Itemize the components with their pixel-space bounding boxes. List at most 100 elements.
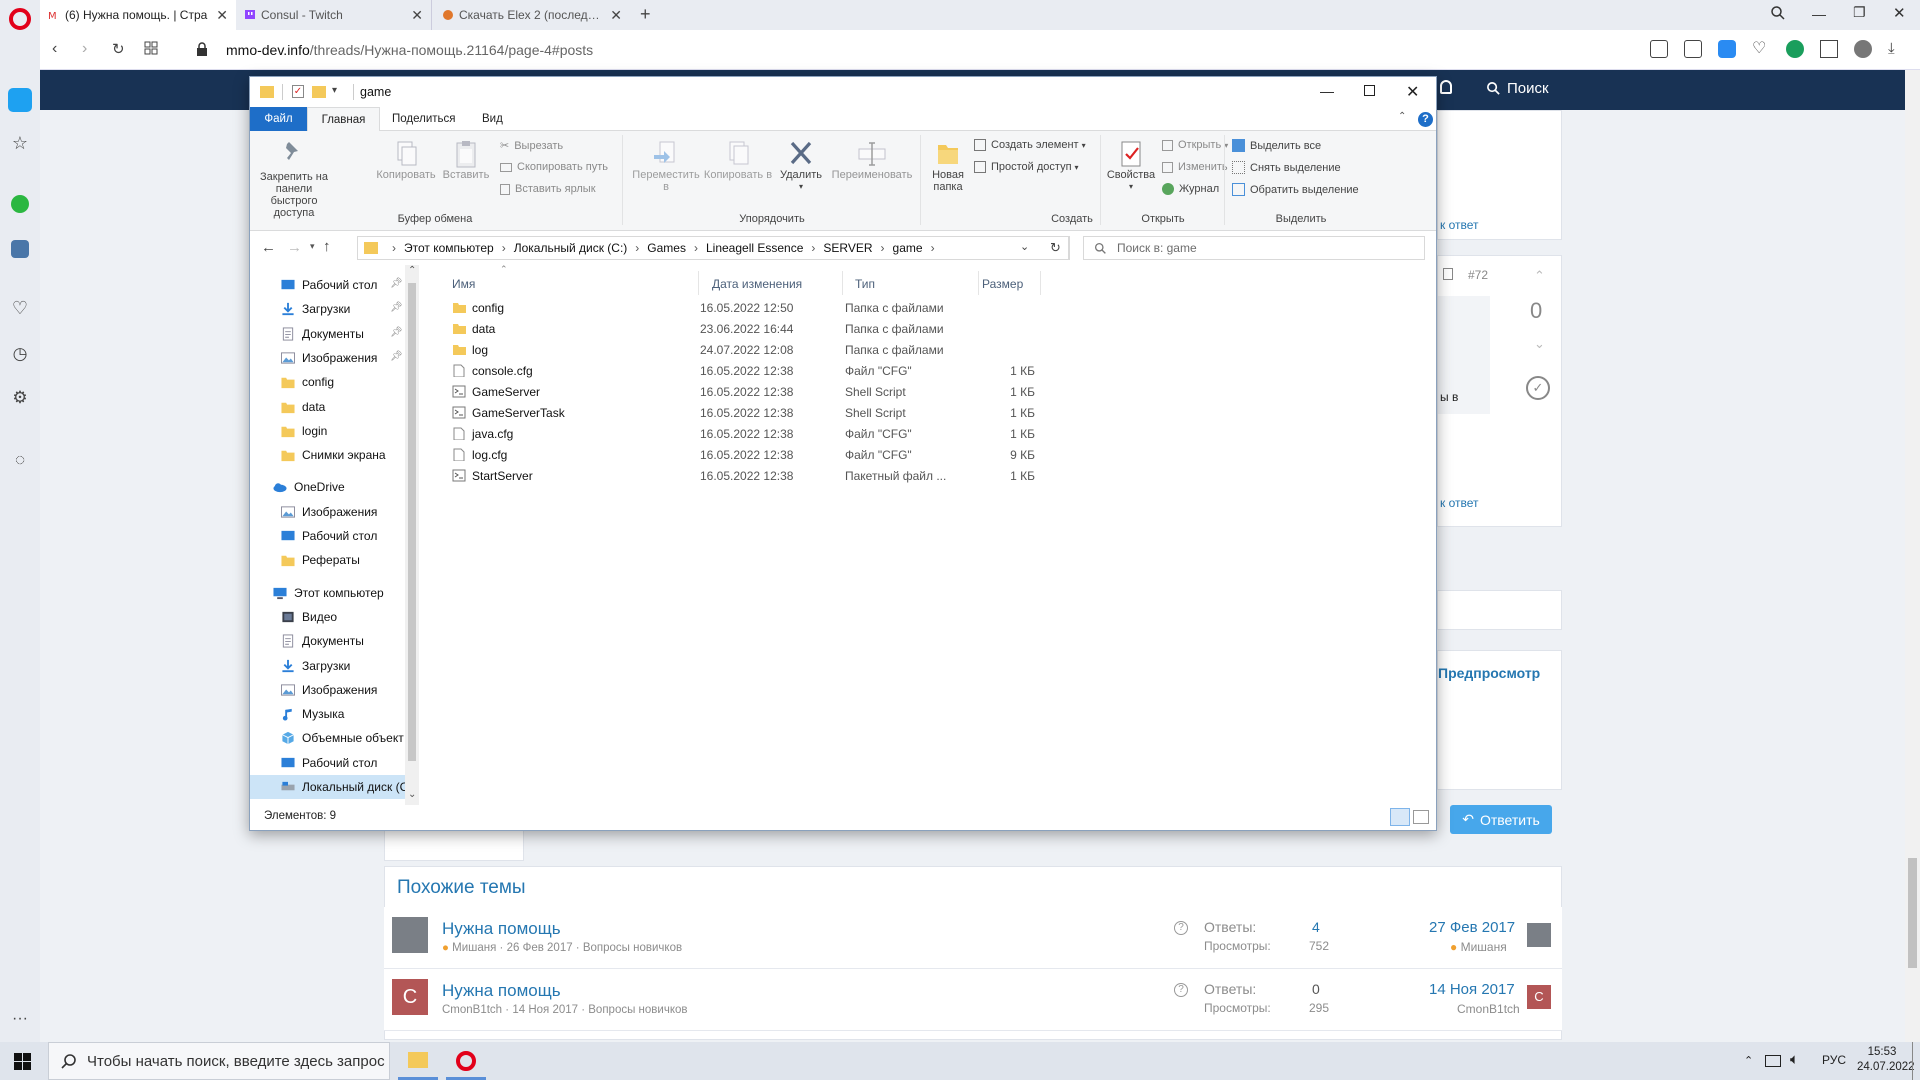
lightbulb-icon[interactable]: ◌ xyxy=(8,450,32,474)
select-none-button[interactable]: Снять выделение xyxy=(1232,161,1341,174)
download-icon[interactable]: ⤓ xyxy=(1888,40,1906,58)
last-post-user[interactable]: CmonB1tch xyxy=(1457,1002,1520,1016)
select-all-button[interactable]: Выделить все xyxy=(1232,139,1321,152)
solution-check-icon[interactable]: ✓ xyxy=(1526,376,1550,400)
refresh-icon[interactable]: ↻ xyxy=(1042,236,1070,260)
new-tab-icon[interactable]: + xyxy=(640,4,651,25)
network-icon[interactable] xyxy=(1765,1055,1781,1067)
forward-icon[interactable]: › xyxy=(82,40,87,58)
up-arrow-icon[interactable]: ↑ xyxy=(323,238,331,255)
tray-chevron-icon[interactable]: ⌃ xyxy=(1744,1054,1753,1067)
downvote-icon[interactable]: ⌄ xyxy=(1534,336,1545,352)
nav-item-document[interactable]: Документы 📌︎ xyxy=(250,322,405,346)
pin-icon[interactable]: 📌︎ xyxy=(390,302,403,313)
browser-tab-elex[interactable]: Скачать Elex 2 (последняя ✕ xyxy=(434,0,630,30)
thread-title[interactable]: Нужна помощь xyxy=(442,981,561,1001)
move-to-button[interactable]: Переместить в xyxy=(630,139,702,193)
star-icon[interactable]: ☆ xyxy=(8,133,32,157)
nav-item-download[interactable]: Загрузки 📌︎ xyxy=(250,297,405,321)
avatar[interactable]: C xyxy=(1527,985,1551,1009)
url-field[interactable]: mmo-dev.info/threads/Нужна-помощь.21164/… xyxy=(226,42,593,58)
reply-link[interactable]: к ответ xyxy=(1440,496,1479,510)
nav-item-desktop[interactable]: Рабочий стол xyxy=(250,751,405,775)
heart-icon[interactable]: ♡ xyxy=(8,298,32,322)
nav-item-computer[interactable]: Этот компьютер xyxy=(250,581,405,605)
clock[interactable]: 15:53 24.07.2022 xyxy=(1857,1045,1915,1075)
taskbar-search-input[interactable]: Чтобы начать поиск, введите здесь запрос xyxy=(48,1042,390,1080)
whatsapp-icon[interactable] xyxy=(11,195,29,213)
new-folder-quick-icon[interactable] xyxy=(312,86,326,98)
site-search-button[interactable]: Поиск xyxy=(1486,80,1549,97)
column-header-name[interactable]: Имя xyxy=(452,277,475,291)
thread-forum[interactable]: Вопросы новичков xyxy=(583,942,682,954)
thread-forum[interactable]: Вопросы новичков xyxy=(588,1004,687,1016)
close-icon[interactable]: ✕ xyxy=(1406,82,1419,102)
table-row[interactable]: StartServer 16.05.2022 12:38 Пакетный файл… xyxy=(440,465,1060,486)
avatar[interactable] xyxy=(392,917,428,953)
copy-path-button[interactable]: Скопировать путь xyxy=(500,161,608,173)
paste-button[interactable]: Вставить xyxy=(438,139,494,181)
nav-scrollbar[interactable]: ⌃ ⌄ xyxy=(405,265,419,805)
scroll-up-icon[interactable]: ⌃ xyxy=(408,265,416,276)
camera-icon[interactable] xyxy=(1684,40,1702,58)
pin-icon[interactable]: 📌︎ xyxy=(390,278,403,289)
avatar[interactable] xyxy=(1527,923,1551,947)
close-icon[interactable]: ✕ xyxy=(610,7,622,24)
back-icon[interactable]: ‹ xyxy=(52,40,57,58)
volume-icon[interactable]: 🔈︎ xyxy=(1790,1051,1799,1068)
reply-button[interactable]: ↶ Ответить xyxy=(1450,805,1552,834)
extension-icon[interactable] xyxy=(1786,40,1804,58)
nav-item-document[interactable]: Документы xyxy=(250,629,405,653)
collapse-ribbon-icon[interactable]: ⌃ xyxy=(1398,111,1406,122)
help-icon[interactable]: ? xyxy=(1418,112,1433,127)
opera-logo-icon[interactable] xyxy=(9,8,31,30)
column-header-date[interactable]: Дата изменения xyxy=(712,277,802,291)
recent-dropdown-icon[interactable]: ▾ xyxy=(310,241,315,252)
pin-icon[interactable]: 📌︎ xyxy=(390,351,403,362)
tab-home[interactable]: Главная xyxy=(307,107,380,132)
nav-item-drive[interactable]: Локальный диск (C xyxy=(250,775,405,799)
open-button[interactable]: Открыть ▾ xyxy=(1162,139,1228,151)
scroll-down-icon[interactable]: ⌄ xyxy=(408,789,416,800)
nav-item-video[interactable]: Видео xyxy=(250,605,405,629)
profile-icon[interactable] xyxy=(1854,40,1872,58)
breadcrumb-item-server[interactable]: SERVER xyxy=(823,241,872,255)
address-dropdown-icon[interactable]: ⌄ xyxy=(1020,240,1029,253)
show-desktop-button[interactable] xyxy=(1912,1042,1913,1080)
column-divider[interactable] xyxy=(842,271,843,295)
upvote-icon[interactable]: ⌃ xyxy=(1534,268,1545,284)
edit-button[interactable]: Изменить xyxy=(1162,161,1228,173)
properties-quick-icon[interactable]: ✓ xyxy=(292,85,304,98)
windows-start-icon[interactable] xyxy=(14,1053,31,1070)
nav-item-pictures[interactable]: Изображения xyxy=(250,678,405,702)
last-post-user[interactable]: ● Мишаня xyxy=(1450,940,1507,954)
nav-item-download[interactable]: Загрузки xyxy=(250,654,405,678)
settings-gear-icon[interactable]: ⚙ xyxy=(8,388,32,412)
search-tabs-icon[interactable] xyxy=(1770,5,1786,21)
thread-author[interactable]: Мишаня xyxy=(452,942,496,954)
column-header-size[interactable]: Размер xyxy=(982,277,1023,291)
nav-item-desktop[interactable]: Рабочий стол 📌︎ xyxy=(250,273,405,297)
bell-icon[interactable] xyxy=(1440,80,1452,94)
large-icons-view-icon[interactable] xyxy=(1413,810,1429,824)
delete-button[interactable]: Удалить ▾ xyxy=(776,139,826,193)
tabs-grid-icon[interactable] xyxy=(144,41,158,55)
paste-shortcut-button[interactable]: Вставить ярлык xyxy=(500,183,596,195)
vk-icon[interactable] xyxy=(11,240,29,258)
nav-item-pictures[interactable]: Изображения 📌︎ xyxy=(250,346,405,370)
table-row[interactable]: log.cfg 16.05.2022 12:38 Файл "CFG" 9 КБ xyxy=(440,444,1060,465)
avatar[interactable]: C xyxy=(392,979,428,1015)
rename-button[interactable]: Переименовать xyxy=(828,139,916,181)
nav-item-pictures[interactable]: Изображения xyxy=(250,500,405,524)
explorer-title-bar[interactable]: ✓ ▾ game — ✕ xyxy=(250,77,1436,109)
breadcrumb-item-computer[interactable]: Этот компьютер xyxy=(404,241,494,255)
column-divider[interactable] xyxy=(1040,271,1041,295)
nav-item-folder[interactable]: data xyxy=(250,395,405,419)
back-arrow-icon[interactable]: ← xyxy=(261,239,276,256)
nav-item-cube[interactable]: Объемные объект xyxy=(250,726,405,750)
thread-author[interactable]: CmonB1tch xyxy=(442,1004,502,1016)
details-view-icon[interactable] xyxy=(1390,808,1410,826)
nav-item-music[interactable]: Музыка xyxy=(250,702,405,726)
preview-button[interactable]: Предпросмотр xyxy=(1438,665,1540,681)
minimize-icon[interactable]: — xyxy=(1812,6,1826,22)
